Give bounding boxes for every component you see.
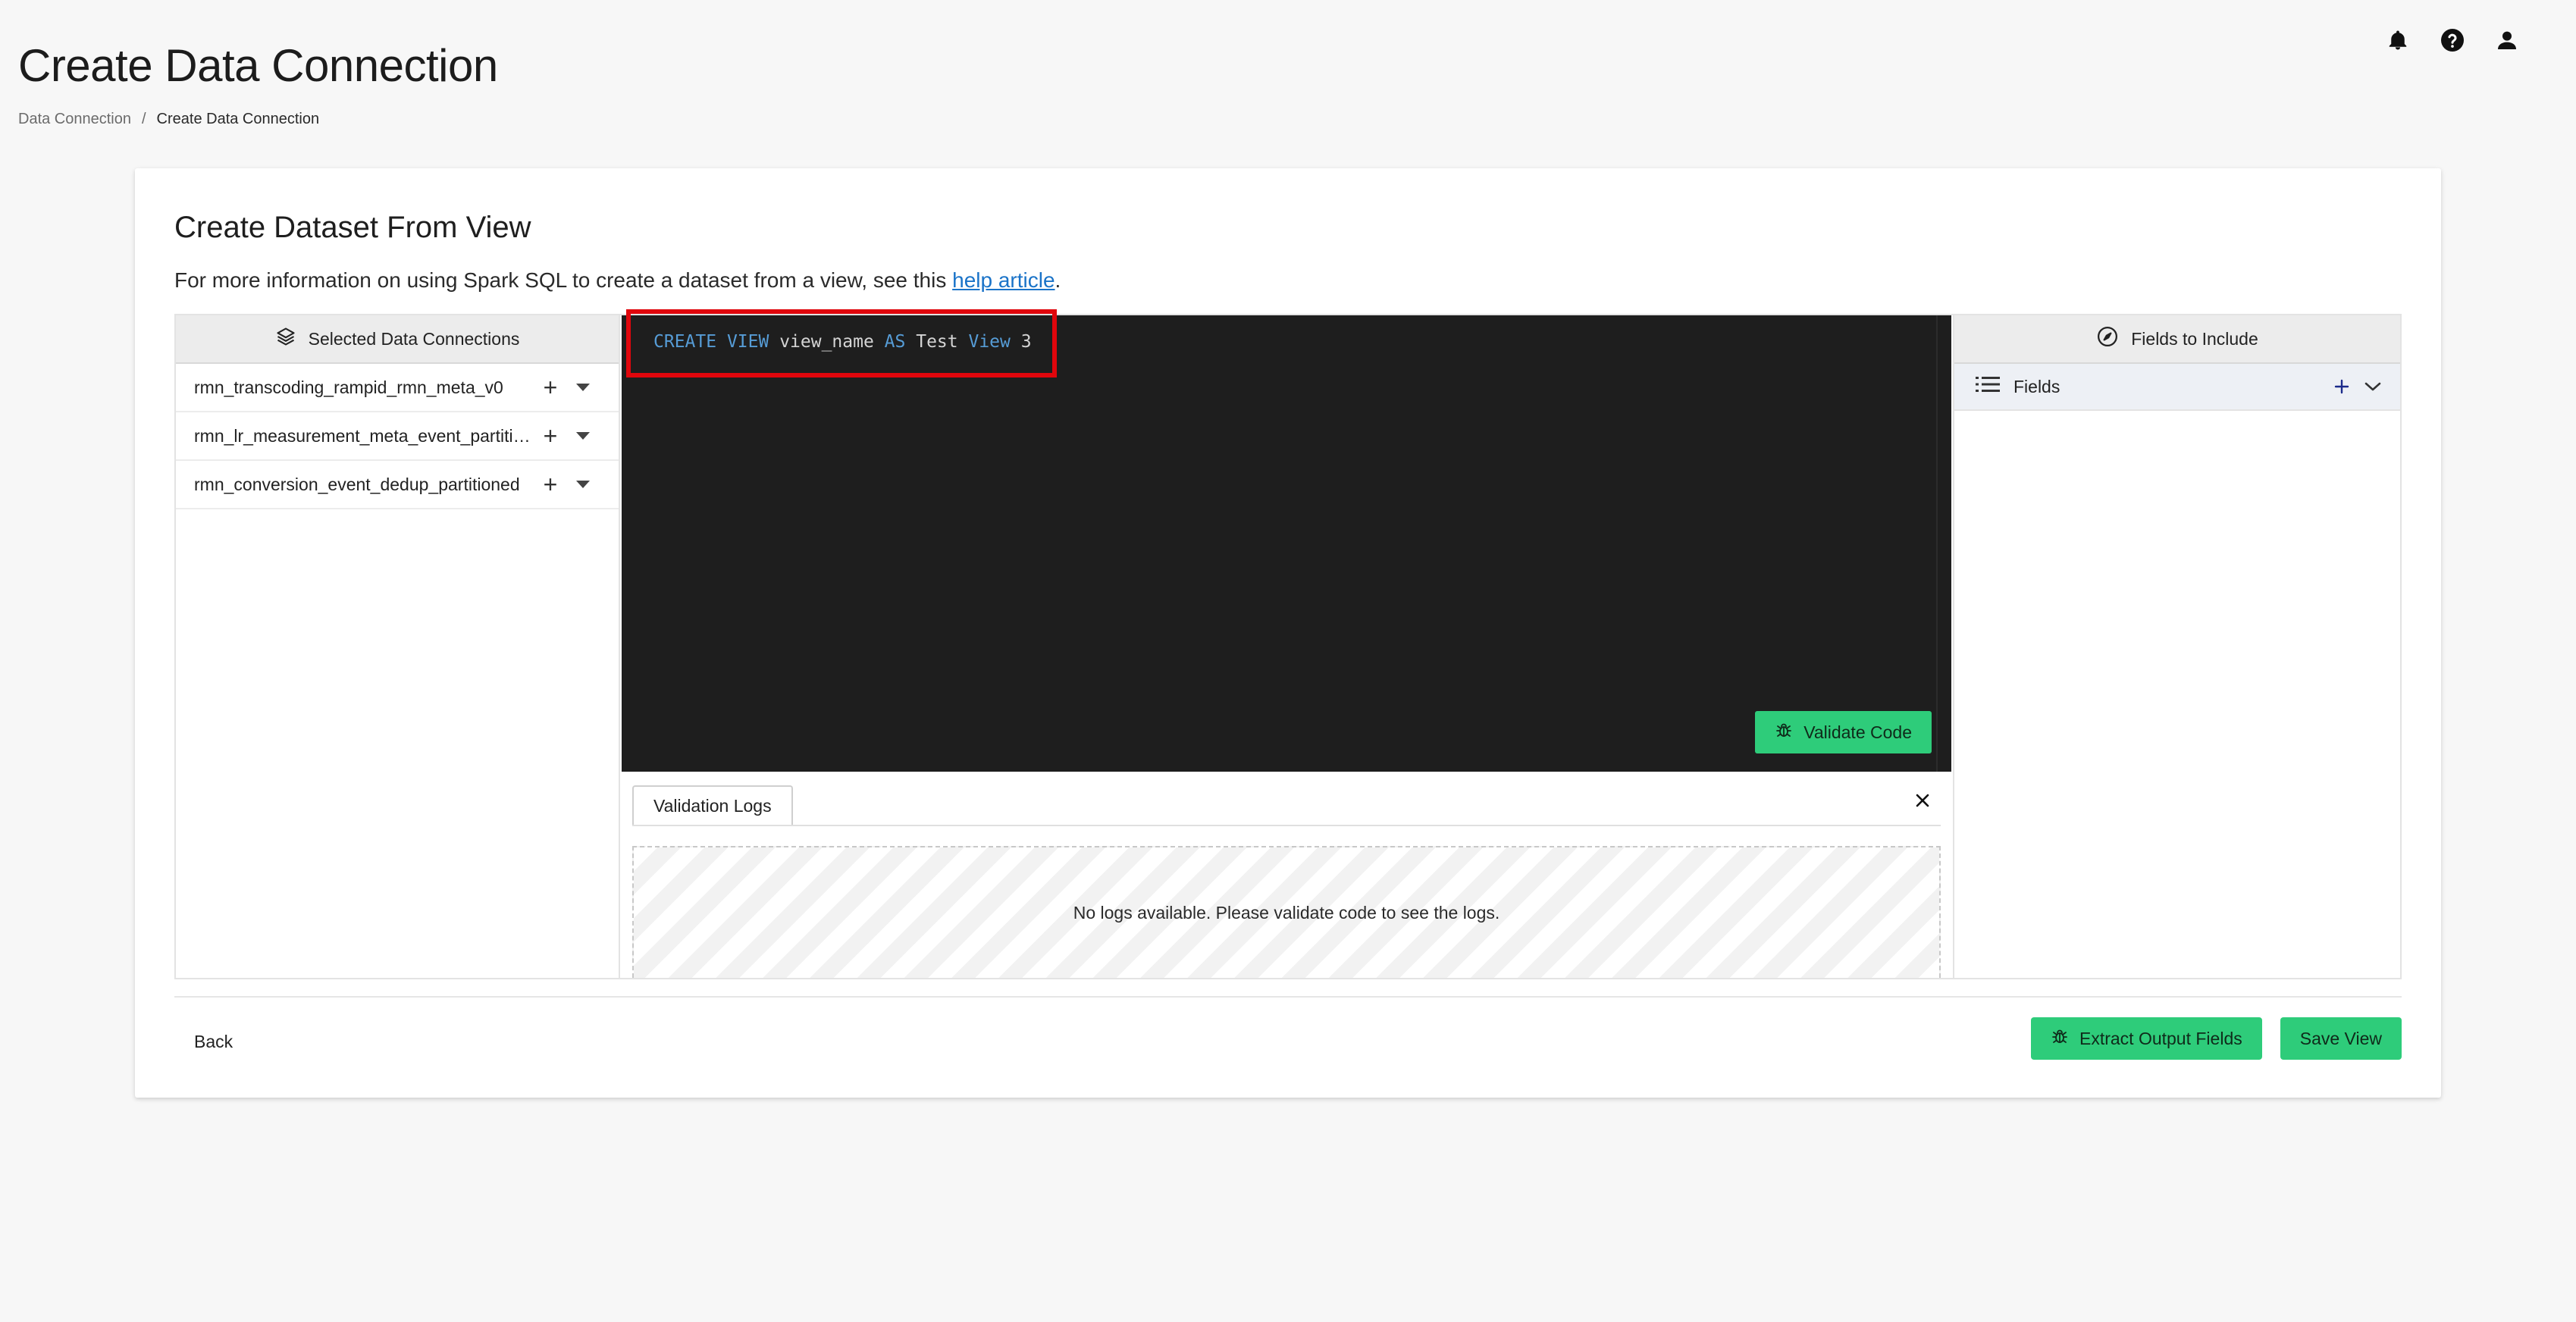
extract-output-fields-button[interactable]: Extract Output Fields bbox=[2030, 1017, 2262, 1060]
selected-data-connections-header: Selected Data Connections bbox=[176, 315, 619, 364]
tab-validation-logs[interactable]: Validation Logs bbox=[632, 785, 793, 825]
add-icon[interactable]: + bbox=[535, 374, 566, 402]
bug-icon bbox=[2051, 1027, 2069, 1050]
caret-down-icon[interactable] bbox=[566, 432, 600, 440]
sql-code-editor[interactable]: CREATE VIEW view_name AS Test View 3 Val… bbox=[622, 309, 1951, 772]
sql-workspace: Selected Data Connections rmn_transcodin… bbox=[174, 309, 2402, 979]
footer-divider bbox=[174, 996, 2402, 998]
footer-actions: Extract Output Fields Save View bbox=[2030, 1017, 2402, 1060]
extract-output-fields-label: Extract Output Fields bbox=[2079, 1028, 2242, 1048]
card-title: Create Dataset From View bbox=[174, 211, 531, 244]
validate-code-label: Validate Code bbox=[1804, 722, 1912, 742]
code-keyword: CREATE bbox=[653, 332, 717, 352]
breadcrumb-current: Create Data Connection bbox=[156, 111, 320, 127]
data-connection-label: rmn_lr_measurement_meta_event_partitione… bbox=[194, 425, 535, 446]
logs-empty-area: No logs available. Please validate code … bbox=[632, 846, 1941, 978]
bell-icon[interactable] bbox=[2383, 26, 2412, 55]
editor-scroll-gutter bbox=[1936, 315, 1938, 772]
top-toolbar bbox=[2383, 26, 2521, 55]
selected-data-connections-panel: Selected Data Connections rmn_transcodin… bbox=[176, 315, 620, 978]
data-connection-item[interactable]: rmn_transcoding_rampid_rmn_meta_v0 + bbox=[176, 364, 619, 412]
breadcrumb: Data Connection / Create Data Connection bbox=[18, 111, 319, 128]
create-dataset-card: Create Dataset From View For more inform… bbox=[135, 168, 2441, 1098]
panel-header-label: Selected Data Connections bbox=[308, 328, 520, 349]
data-connection-item[interactable]: rmn_lr_measurement_meta_event_partitione… bbox=[176, 412, 619, 461]
description-suffix: . bbox=[1055, 268, 1061, 292]
card-description: For more information on using Spark SQL … bbox=[174, 268, 1061, 293]
user-icon[interactable] bbox=[2493, 26, 2521, 55]
add-icon[interactable]: + bbox=[535, 422, 566, 450]
add-field-icon[interactable] bbox=[2333, 378, 2350, 395]
list-icon bbox=[1976, 375, 2000, 398]
data-connection-label: rmn_transcoding_rampid_rmn_meta_v0 bbox=[194, 377, 503, 397]
help-article-link[interactable]: help article bbox=[952, 268, 1055, 292]
compass-icon bbox=[2096, 325, 2119, 352]
help-icon[interactable] bbox=[2438, 26, 2467, 55]
validation-logs-panel: Validation Logs No logs available. Pleas… bbox=[622, 773, 1951, 978]
data-connection-label: rmn_conversion_event_dedup_partitioned bbox=[194, 474, 520, 494]
fields-group-row[interactable]: Fields bbox=[1954, 364, 2400, 411]
page-title: Create Data Connection bbox=[18, 40, 498, 91]
code-text: 3 bbox=[1010, 332, 1032, 352]
code-text: view_name bbox=[769, 332, 885, 352]
bug-icon bbox=[1775, 721, 1793, 744]
breadcrumb-separator: / bbox=[141, 111, 146, 127]
panel-header-label: Fields to Include bbox=[2131, 328, 2258, 349]
close-icon[interactable] bbox=[1909, 787, 1936, 814]
breadcrumb-parent-link[interactable]: Data Connection bbox=[18, 111, 131, 128]
code-keyword: VIEW bbox=[726, 332, 769, 352]
fields-label: Fields bbox=[2013, 376, 2060, 396]
layers-icon bbox=[275, 326, 296, 352]
validate-code-button[interactable]: Validate Code bbox=[1755, 711, 1932, 753]
code-keyword: View bbox=[968, 332, 1011, 352]
logs-empty-message: No logs available. Please validate code … bbox=[1073, 902, 1500, 923]
caret-down-icon[interactable] bbox=[566, 481, 600, 488]
code-text: Test bbox=[905, 332, 969, 352]
description-text: For more information on using Spark SQL … bbox=[174, 268, 953, 292]
code-keyword: AS bbox=[884, 332, 906, 352]
tab-underline bbox=[632, 825, 1941, 826]
fields-to-include-panel: Fields to Include Fields bbox=[1953, 315, 2400, 978]
back-button[interactable]: Back bbox=[176, 1020, 251, 1063]
chevron-down-icon[interactable] bbox=[2364, 381, 2382, 393]
add-icon[interactable]: + bbox=[535, 471, 566, 499]
code-line[interactable]: CREATE VIEW view_name AS Test View 3 bbox=[653, 332, 1032, 352]
save-view-button[interactable]: Save View bbox=[2280, 1017, 2402, 1060]
caret-down-icon[interactable] bbox=[566, 384, 600, 391]
fields-to-include-header: Fields to Include bbox=[1954, 315, 2400, 364]
data-connection-item[interactable]: rmn_conversion_event_dedup_partitioned + bbox=[176, 461, 619, 509]
